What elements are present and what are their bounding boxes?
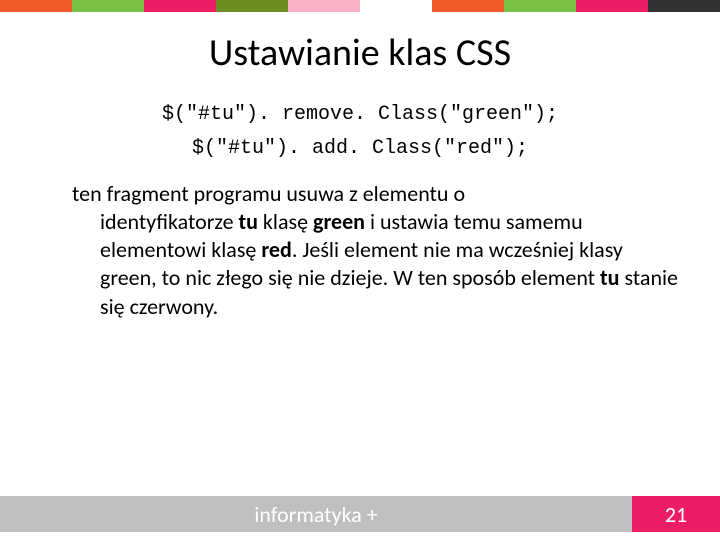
body-b3: red — [261, 236, 291, 263]
footer-label: informatyka + — [0, 496, 632, 532]
code-line-2: $("#tu"). add. Class("red"); — [0, 132, 720, 166]
body-seg1: identyfikatorze — [100, 208, 239, 235]
body-b2: green — [313, 208, 365, 235]
body-b4: tu — [600, 264, 619, 291]
slide-title: Ustawianie klas CSS — [0, 30, 720, 76]
body-b1: tu — [239, 208, 258, 235]
body-seg2: klasę — [258, 208, 313, 235]
top-color-bar — [0, 0, 720, 12]
code-block: $("#tu"). remove. Class("green"); $("#tu… — [0, 98, 720, 166]
body-text: ten fragment programu usuwa z elementu o… — [0, 180, 720, 321]
footer: informatyka + 21 — [0, 496, 720, 532]
page-number: 21 — [632, 496, 720, 532]
body-line1: ten fragment programu usuwa z elementu o — [72, 180, 465, 207]
code-line-1: $("#tu"). remove. Class("green"); — [0, 98, 720, 132]
